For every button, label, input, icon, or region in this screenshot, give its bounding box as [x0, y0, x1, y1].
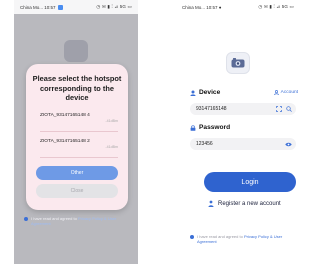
user-icon	[190, 90, 196, 96]
password-label-row: Password	[190, 124, 230, 131]
hotspot-dialog: Please select the hotspot corresponding …	[26, 64, 128, 210]
carrier-time: China Mo... 10:57	[20, 4, 56, 10]
status-icons: ◷ ✉ ▮ ⫶ ⊿ 5G ▭	[96, 4, 132, 9]
account-label: Account	[280, 90, 298, 95]
close-button[interactable]: Close	[36, 184, 118, 198]
hotspot-ssid: ZIOTA_93147165148 2	[40, 139, 90, 144]
device-label-row: Device	[190, 89, 220, 96]
agreement-radio-icon[interactable]	[190, 235, 194, 239]
device-input[interactable]: 93147165148	[190, 103, 296, 115]
carrier-time: China Mo... 10:57 ●	[182, 4, 222, 10]
search-icon[interactable]	[286, 106, 292, 112]
dialog-title: Please select the hotspot corresponding …	[32, 74, 122, 103]
account-icon	[273, 90, 279, 95]
agreement-row: I have read and agreed to Privacy Policy…	[190, 234, 296, 244]
login-screen: China Mo... 10:57 ● ◷ ✉ ▮ ⫶ ⊿ 5G ▭ Devic…	[176, 0, 300, 264]
device-label: Device	[199, 89, 221, 96]
eye-icon[interactable]	[285, 142, 292, 147]
hotspot-ssid: ZIOTA_93147165148 4	[40, 113, 90, 118]
status-icons: ◷ ✉ ▮ ⫶ ⊿ 5G ▭	[258, 4, 294, 9]
password-input-actions	[285, 138, 292, 150]
account-link[interactable]: Account	[273, 90, 298, 95]
app-logo-icon	[226, 52, 250, 74]
hotspot-signal: -41dBm	[105, 145, 118, 149]
login-button[interactable]: Login	[204, 172, 296, 192]
notification-icon	[57, 4, 63, 10]
device-input-actions	[276, 103, 292, 115]
agreement-text: I have read and agreed to Privacy Policy…	[31, 216, 134, 226]
device-value: 93147165148	[196, 106, 227, 112]
other-button[interactable]: Other	[36, 166, 118, 180]
hotspot-signal: -41dBm	[105, 119, 118, 123]
password-label: Password	[199, 124, 231, 131]
add-user-icon	[208, 200, 214, 207]
hotspot-select-screen: China Mo... 10:57 ◷ ✉ ▮ ⫶ ⊿ 5G ▭ I have …	[14, 0, 138, 264]
register-label: Register a new account	[218, 200, 281, 207]
agreement-row: I have read and agreed to Privacy Policy…	[24, 216, 134, 226]
status-left: China Mo... 10:57	[20, 4, 63, 10]
camera-icon	[231, 58, 245, 68]
scan-icon[interactable]	[276, 106, 282, 112]
hotspot-item[interactable]: ZIOTA_93147165148 4 -41dBm	[40, 110, 118, 132]
register-link[interactable]: Register a new account	[208, 200, 281, 207]
password-value: 123456	[196, 141, 213, 147]
hotspot-item[interactable]: ZIOTA_93147165148 2 -41dBm	[40, 136, 118, 158]
agreement-text: I have read and agreed to Privacy Policy…	[197, 234, 296, 244]
password-input[interactable]: 123456	[190, 138, 296, 150]
agreement-radio-icon[interactable]	[24, 217, 28, 221]
status-bar: China Mo... 10:57 ● ◷ ✉ ▮ ⫶ ⊿ 5G ▭	[176, 0, 300, 14]
lock-icon	[190, 124, 196, 131]
status-bar: China Mo... 10:57 ◷ ✉ ▮ ⫶ ⊿ 5G ▭	[14, 0, 138, 14]
